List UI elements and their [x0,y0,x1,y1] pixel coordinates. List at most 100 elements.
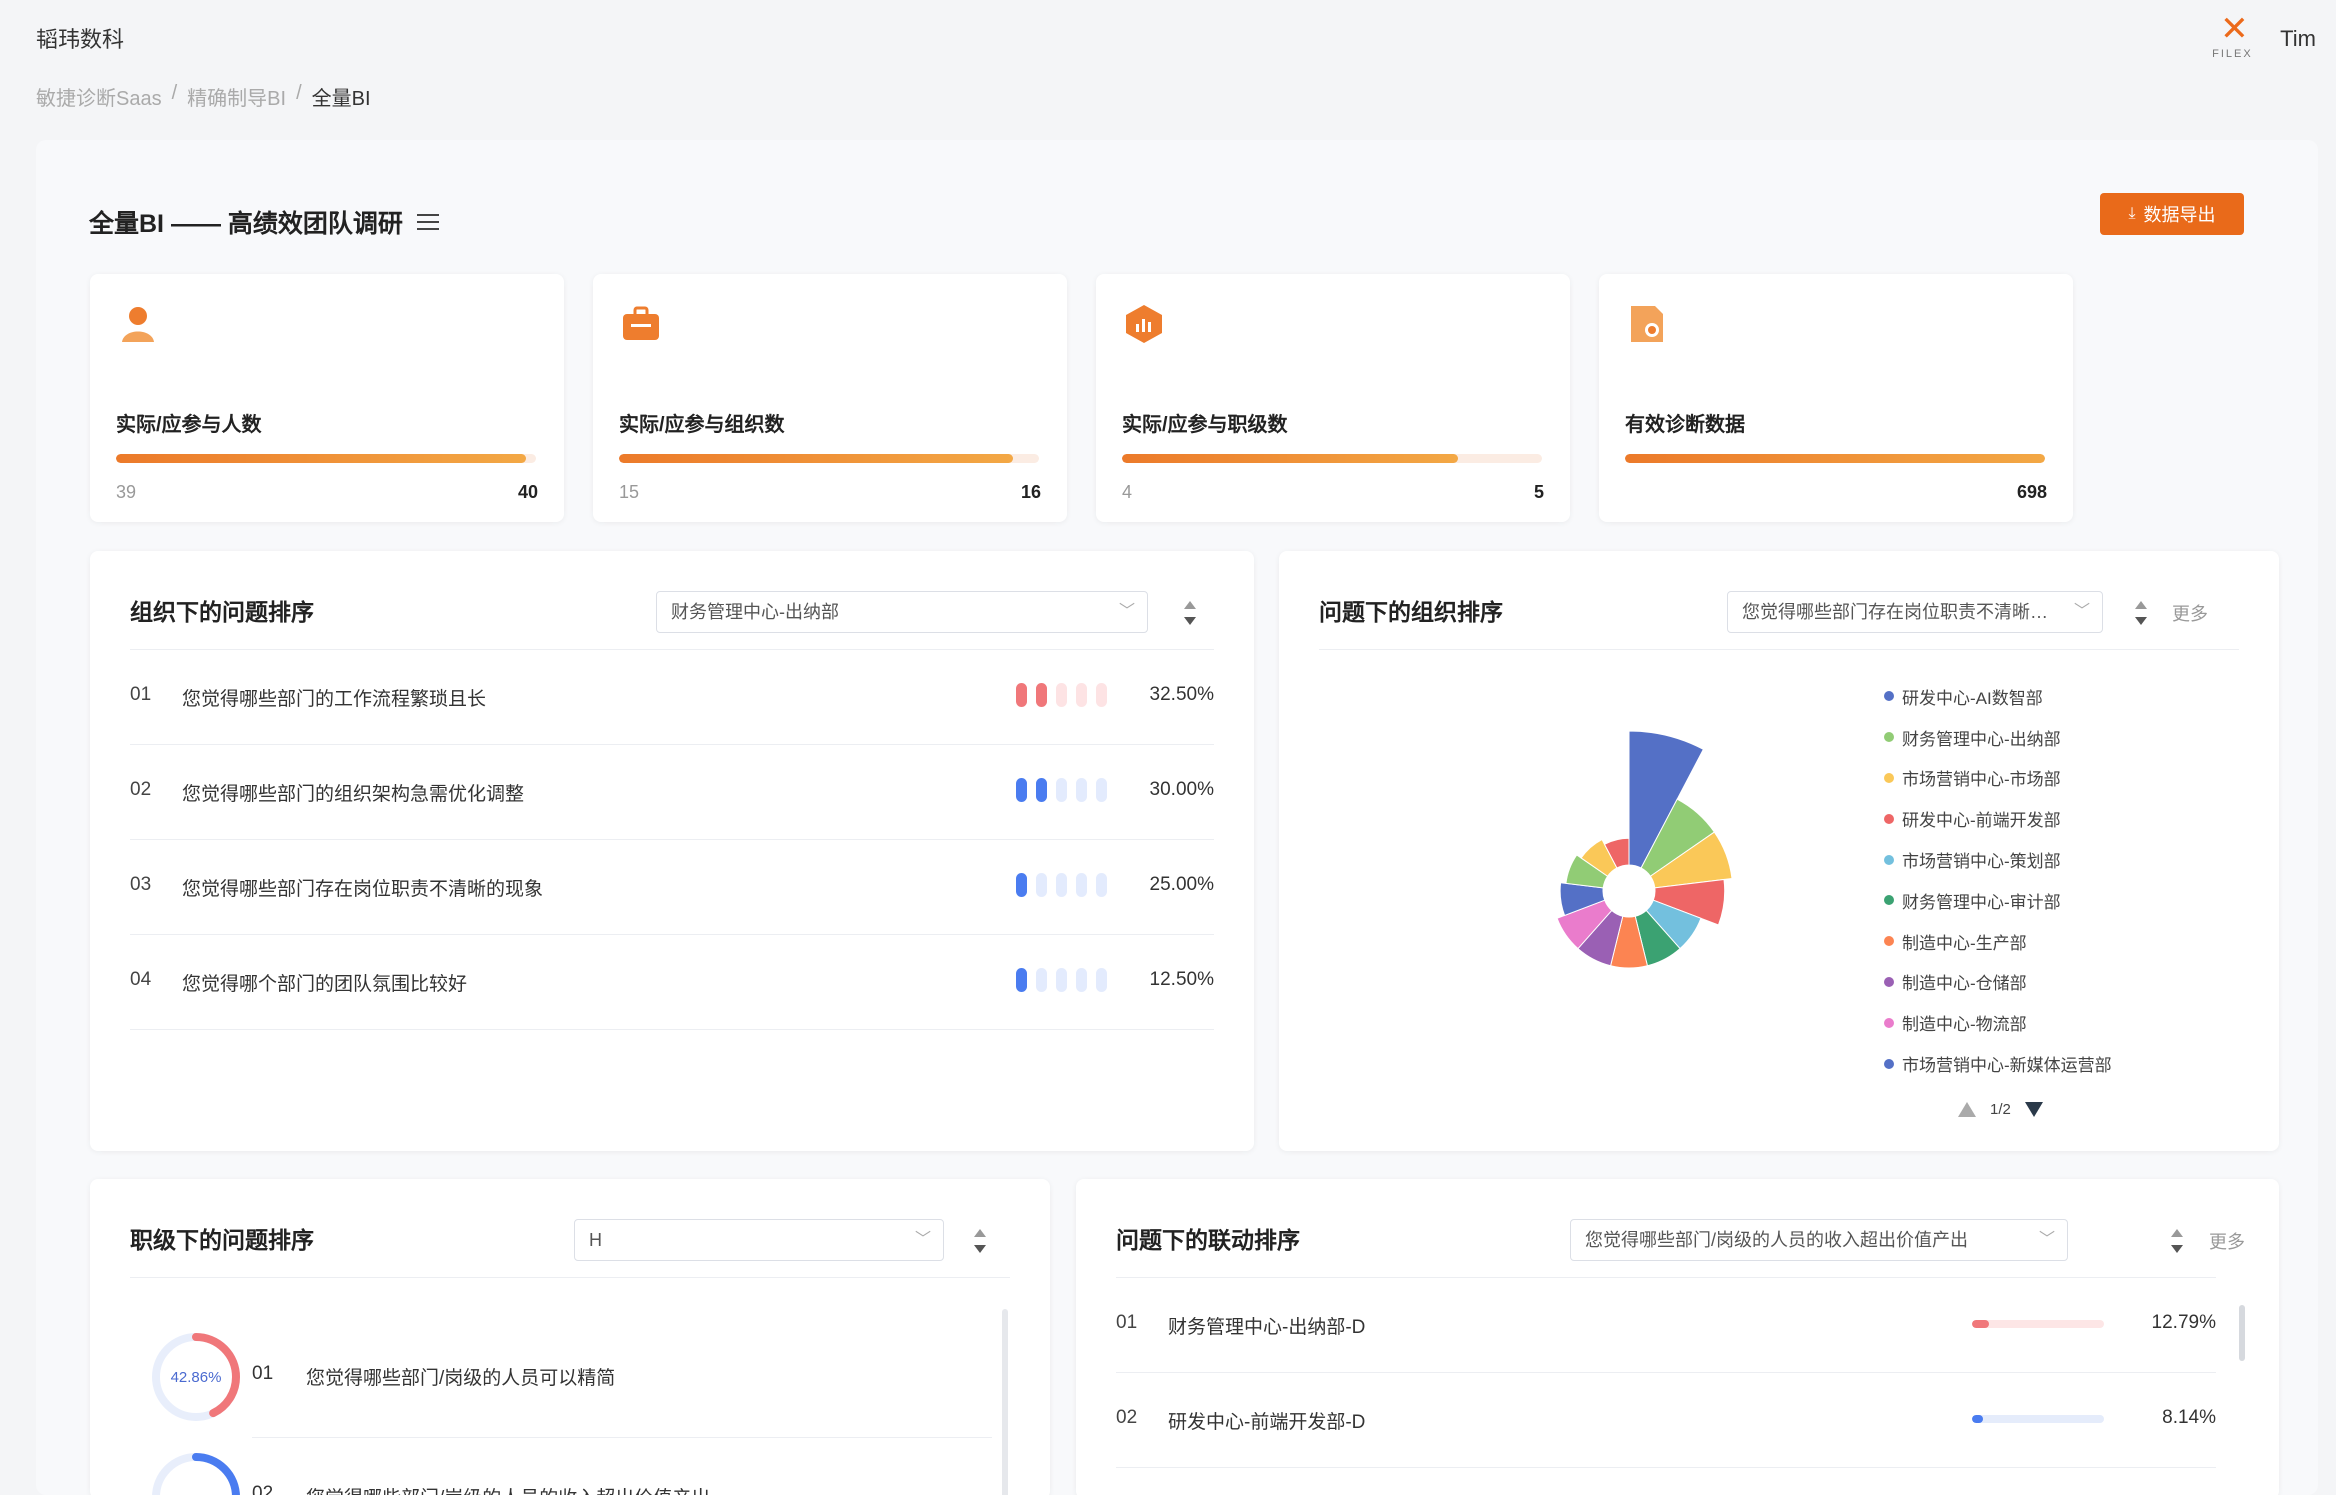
legend-item[interactable]: 市场营销中心-市场部 [1884,758,2112,799]
sort-toggle[interactable] [2169,1229,2185,1257]
sort-up-icon [974,1229,986,1237]
briefcase-icon [623,306,659,340]
row-index: 04 [130,969,152,990]
level-pill [1096,968,1107,992]
legend-dot [1884,772,1894,783]
legend-label: 制造中心-物流部 [1902,1015,2027,1035]
breadcrumb-separator: / [296,82,302,104]
legend-item[interactable]: 研发中心-AI数智部 [1884,676,2112,717]
row-index: 01 [1116,1312,1138,1333]
question-row[interactable]: 01 您觉得哪些部门的工作流程繁琐且长 32.50% [130,650,1214,745]
legend-label: 市场营销中心-市场部 [1902,770,2061,790]
linkage-row[interactable]: 01 财务管理中心-出纳部-D 12.79% [1116,1278,2216,1373]
panel-title: 问题下的组织排序 [1319,599,1503,625]
kpi-progress [116,454,536,463]
row-index: 01 [130,684,152,705]
level-indicator [1016,683,1107,707]
level-pill [1096,873,1107,897]
page-down-icon[interactable] [2024,1102,2043,1117]
donut-progress: 42.86% [152,1333,240,1421]
pager-text: 1/2 [1990,1101,2011,1118]
question-text: 您觉得哪些部门/岗级的人员可以精简 [306,1368,616,1389]
legend-dot [1884,691,1894,702]
grade-select[interactable]: H ﹀ [574,1219,944,1261]
question-row[interactable]: 02 您觉得哪些部门的组织架构急需优化调整 30.00% [130,745,1214,840]
level-pill [1016,778,1027,802]
breadcrumb-item[interactable]: 精确制导BI [187,82,286,111]
legend-item[interactable]: 制造中心-仓储部 [1884,962,2112,1003]
legend-item[interactable]: 财务管理中心-出纳部 [1884,717,2112,758]
level-indicator [1016,873,1107,897]
level-pill [1016,683,1027,707]
kpi-card-grades: 实际/应参与职级数 4 5 [1096,274,1570,522]
more-link[interactable]: 更多 [2172,600,2208,626]
question-row[interactable]: 03 您觉得哪些部门存在岗位职责不清晰的现象 25.00% [130,840,1214,935]
sort-toggle[interactable] [1182,601,1198,629]
level-pill [1016,873,1027,897]
level-pill [1076,683,1087,707]
legend-dot [1884,1058,1894,1069]
top-bar: 韬玮数科 ✕ FILEX Tim 敏捷诊断Saas / 精确制导BI / 全量B… [0,0,2336,140]
legend-item[interactable]: 制造中心-生产部 [1884,921,2112,962]
level-pill [1056,683,1067,707]
user-name[interactable]: Tim [2280,26,2316,52]
legend-item[interactable]: 市场营销中心-新媒体运营部 [1884,1043,2112,1084]
question-text: 您觉得哪个部门的团队氛围比较好 [182,974,468,995]
legend-dot [1884,854,1894,865]
linkage-row[interactable]: 02 研发中心-前端开发部-D 8.14% [1116,1373,2216,1468]
kpi-label: 实际/应参与组织数 [619,414,785,436]
row-index: 02 [1116,1407,1138,1428]
main-content: 全量BI —— 高绩效团队调研 ⤓ 数据导出 实际/应参与人数 39 40 实际… [36,140,2318,1495]
legend-label: 制造中心-仓储部 [1902,974,2027,994]
question-row[interactable]: 42.86% 01 您觉得哪些部门/岗级的人员可以精简 [90,1329,992,1439]
sort-toggle[interactable] [972,1229,988,1257]
legend-item[interactable]: 市场营销中心-策划部 [1884,839,2112,880]
row-index: 03 [130,874,152,895]
more-link[interactable]: 更多 [2209,1228,2245,1254]
sort-down-icon [2171,1245,2183,1253]
sort-down-icon [974,1245,986,1253]
kpi-actual: 15 [619,482,640,502]
export-button[interactable]: ⤓ 数据导出 [2100,193,2244,235]
level-indicator [1016,778,1107,802]
legend-item[interactable]: 研发中心-前端开发部 [1884,798,2112,839]
question-text: 您觉得哪些部门的工作流程繁琐且长 [182,689,487,710]
level-pill [1096,683,1107,707]
kpi-card-participants: 实际/应参与人数 39 40 [90,274,564,522]
org-grade-text: 财务管理中心-出纳部-D [1168,1317,1366,1338]
kpi-actual: 39 [116,482,137,502]
level-pill [1056,778,1067,802]
kpi-expected: 16 [1020,482,1041,502]
breadcrumb-item[interactable]: 敏捷诊断Saas [36,82,162,111]
kpi-progress [619,454,1039,463]
brand-name: 韬玮数科 [36,27,125,52]
question-select[interactable]: 您觉得哪些部门/岗级的人员的收入超出价值产出 ﹀ [1570,1219,2068,1261]
level-pill [1076,968,1087,992]
question-orgs-panel: 问题下的组织排序 您觉得哪些部门存在岗位职责不清晰的... ﹀ 更多 研发中心-… [1279,551,2279,1151]
question-row[interactable]: 04 您觉得哪个部门的团队氛围比较好 12.50% [130,935,1214,1030]
question-select[interactable]: 您觉得哪些部门存在岗位职责不清晰的... ﹀ [1727,591,2103,633]
level-pill [1076,873,1087,897]
chevron-down-icon: ﹀ [2038,1231,2055,1248]
chart-legend: 研发中心-AI数智部 财务管理中心-出纳部市场营销中心-市场部研发中心-前端开发部… [1884,676,2112,1084]
breadcrumb-current: 全量BI [311,88,371,110]
menu-icon[interactable] [416,213,439,231]
sort-toggle[interactable] [2133,601,2149,629]
legend-item[interactable]: 制造中心-物流部 [1884,1002,2112,1043]
question-row[interactable]: 02 您觉得哪些部门/岗级的人员的收入超出价值产出 [90,1449,990,1495]
person-icon [122,307,154,342]
legend-item[interactable]: 财务管理中心-审计部 [1884,880,2112,921]
donut-progress [152,1453,240,1495]
page-up-icon[interactable] [1958,1102,1976,1117]
question-links-panel: 问题下的联动排序 您觉得哪些部门/岗级的人员的收入超出价值产出 ﹀ 更多 01 财… [1076,1179,2279,1495]
row-index: 01 [252,1363,274,1384]
company-logo: ✕ FILEX [2212,10,2253,60]
org-select[interactable]: 财务管理中心-出纳部 ﹀ [656,591,1148,633]
user-menu[interactable]: ✕ FILEX Tim [2210,12,2316,66]
scrollbar[interactable] [1002,1309,1008,1495]
breadcrumb-separator: / [171,82,178,104]
scrollbar[interactable] [2239,1305,2245,1361]
sort-up-icon [2135,601,2147,609]
row-percent: 30.00% [1149,779,1214,800]
panel-title: 组织下的问题排序 [130,599,314,625]
